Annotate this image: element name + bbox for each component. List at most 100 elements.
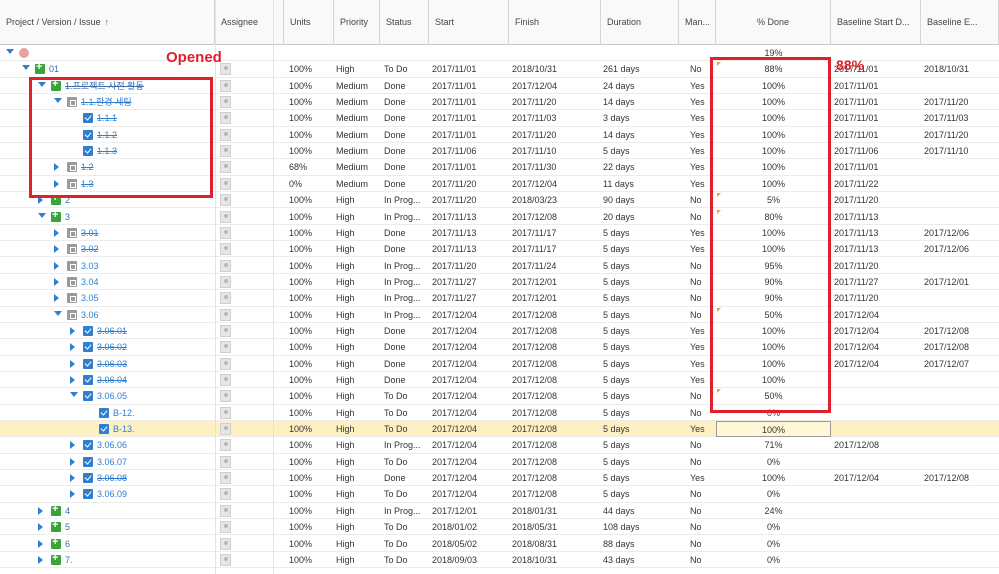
pct-done-cell[interactable]: 24%	[716, 503, 831, 519]
col-header-baseline-end[interactable]: Baseline E...	[921, 0, 999, 45]
table-row[interactable]: 5 100% High To Do 2018/01/02 2018/05/31 108 da…	[0, 519, 999, 536]
expand-toggle-icon[interactable]	[70, 359, 75, 368]
assignee-avatar-icon[interactable]	[220, 390, 231, 403]
assignee-avatar-icon[interactable]	[220, 128, 231, 141]
pct-done-cell[interactable]: 0%	[716, 552, 831, 568]
assignee-avatar-icon[interactable]	[220, 243, 231, 256]
table-row[interactable]: 3.02 100% High Done 2017/11/13 2017/11/17 5 da…	[0, 241, 999, 258]
table-row[interactable]: 3.03 100% High In Prog... 2017/11/20 2017/11/…	[0, 258, 999, 274]
pct-done-cell[interactable]: 0%	[716, 454, 831, 470]
assignee-avatar-icon[interactable]	[220, 504, 231, 517]
collapse-toggle-icon[interactable]	[38, 212, 46, 218]
pct-done-cell[interactable]: 0%	[716, 519, 831, 535]
pct-done-cell[interactable]: 0%	[716, 536, 831, 552]
assignee-avatar-icon[interactable]	[220, 521, 231, 534]
expand-toggle-icon[interactable]	[38, 555, 43, 564]
table-row[interactable]: 3.06.09 100% High To Do 2017/12/04 2017/12/08…	[0, 486, 999, 503]
table-row[interactable]: 3.06 100% High In Prog... 2017/12/04 2017/12/…	[0, 307, 999, 323]
expand-toggle-icon[interactable]	[38, 523, 43, 532]
assignee-avatar-icon[interactable]	[220, 357, 231, 370]
issue-name-link[interactable]: 6	[65, 536, 70, 552]
assignee-avatar-icon[interactable]	[220, 226, 231, 239]
assignee-avatar-icon[interactable]	[220, 472, 231, 485]
assignee-avatar-icon[interactable]	[220, 194, 231, 207]
table-row[interactable]: B-12. 100% High To Do 2017/12/04 2017/12/08 5 …	[0, 405, 999, 421]
assignee-avatar-icon[interactable]	[220, 292, 231, 305]
collapse-toggle-icon[interactable]	[54, 310, 62, 316]
collapse-toggle-icon[interactable]	[22, 65, 30, 71]
issue-name-link[interactable]: 5	[65, 519, 70, 535]
expand-toggle-icon[interactable]	[70, 457, 75, 466]
pct-done-cell[interactable]: 100%	[716, 470, 831, 486]
assignee-avatar-icon[interactable]	[220, 259, 231, 272]
table-row[interactable]: B-13. 100% High To Do 2017/12/04 2017/12/08 5 …	[0, 421, 999, 438]
col-header-units[interactable]: Units	[284, 0, 334, 45]
col-header-manual[interactable]: Man...	[679, 0, 716, 45]
table-row[interactable]: 3.01 100% High Done 2017/11/13 2017/11/17 5 da…	[0, 225, 999, 242]
issue-name-link[interactable]: 3.02	[81, 241, 99, 257]
issue-name-link[interactable]: 3.06.04	[97, 372, 127, 388]
pct-done-cell[interactable]: 100%	[716, 421, 831, 438]
issue-name-link[interactable]: 3.04	[81, 274, 99, 290]
expand-toggle-icon[interactable]	[70, 474, 75, 483]
issue-name-link[interactable]: 3.05	[81, 290, 99, 306]
table-row[interactable]: 3 100% High In Prog... 2017/11/13 2017/12/08 2…	[0, 209, 999, 225]
assignee-avatar-icon[interactable]	[220, 324, 231, 337]
assignee-avatar-icon[interactable]	[220, 96, 231, 109]
col-header-pct-done[interactable]: % Done	[716, 0, 831, 45]
assignee-avatar-icon[interactable]	[220, 145, 231, 158]
issue-name-link[interactable]: 01	[49, 61, 59, 77]
issue-name-link[interactable]: 3.06.09	[97, 486, 127, 502]
sort-ascending-icon[interactable]: ↑	[105, 17, 110, 27]
table-row[interactable]: 3.06.08 100% High Done 2017/12/04 2017/12/08 5…	[0, 470, 999, 487]
assignee-avatar-icon[interactable]	[220, 161, 231, 174]
issue-name-link[interactable]: 7.	[65, 552, 73, 568]
assignee-avatar-icon[interactable]	[220, 79, 231, 92]
table-row[interactable]: 3.04 100% High In Prog... 2017/11/27 2017/12/…	[0, 274, 999, 291]
assignee-avatar-icon[interactable]	[220, 553, 231, 566]
assignee-avatar-icon[interactable]	[220, 308, 231, 321]
issue-name-link[interactable]: 4	[65, 503, 70, 519]
assignee-avatar-icon[interactable]	[220, 488, 231, 501]
col-header-status[interactable]: Status	[380, 0, 429, 45]
col-header-duration[interactable]: Duration	[601, 0, 679, 45]
issue-name-link[interactable]: 3.06.03	[97, 356, 127, 372]
col-header-issue[interactable]: Project / Version / Issue ↑	[0, 0, 215, 45]
collapse-toggle-icon[interactable]	[6, 49, 14, 54]
expand-toggle-icon[interactable]	[70, 343, 75, 352]
pct-done-cell[interactable]: 0%	[716, 486, 831, 502]
assignee-avatar-icon[interactable]	[220, 177, 231, 190]
expand-toggle-icon[interactable]	[70, 376, 75, 384]
assignee-avatar-icon[interactable]	[220, 112, 231, 125]
col-header-start[interactable]: Start	[429, 0, 509, 45]
expand-toggle-icon[interactable]	[54, 245, 59, 254]
issue-name-link[interactable]: 3.06.02	[97, 339, 127, 355]
assignee-avatar-icon[interactable]	[220, 423, 231, 436]
expand-toggle-icon[interactable]	[70, 490, 75, 499]
table-row[interactable]: 3.06.03 100% High Done 2017/12/04 2017/12/08 5…	[0, 356, 999, 372]
issue-name-link[interactable]: 3.06.01	[97, 323, 127, 339]
assignee-avatar-icon[interactable]	[220, 275, 231, 288]
expand-toggle-icon[interactable]	[38, 506, 43, 515]
assignee-avatar-icon[interactable]	[220, 210, 231, 223]
issue-name-link[interactable]: 3.06	[81, 307, 99, 323]
col-header-finish[interactable]: Finish	[509, 0, 601, 45]
issue-name-link[interactable]: B-13.	[113, 421, 135, 437]
expand-toggle-icon[interactable]	[38, 539, 43, 548]
expand-toggle-icon[interactable]	[54, 277, 59, 286]
assignee-avatar-icon[interactable]	[220, 537, 231, 550]
expand-toggle-icon[interactable]	[70, 326, 75, 335]
table-row[interactable]: 4 100% High In Prog... 2017/12/01 2018/01/31 4…	[0, 503, 999, 520]
issue-name-link[interactable]: 3	[65, 209, 70, 225]
table-row[interactable]: 3.06.04 100% High Done 2017/12/04 2017/12/08 5…	[0, 372, 999, 389]
col-header-baseline-start[interactable]: Baseline Start D...	[831, 0, 921, 45]
issue-name-link[interactable]: 3.01	[81, 225, 99, 241]
table-row[interactable]: 3.05 100% High In Prog... 2017/11/27 2017/12/…	[0, 290, 999, 307]
issue-name-link[interactable]: B-12.	[113, 405, 135, 421]
table-row[interactable]: 6 100% High To Do 2018/05/02 2018/08/31 88 day…	[0, 536, 999, 552]
issue-name-link[interactable]: 3.06.06	[97, 437, 127, 453]
table-row[interactable]: 3.06.01 100% High Done 2017/12/04 2017/12/08 5…	[0, 323, 999, 340]
assignee-avatar-icon[interactable]	[220, 341, 231, 354]
pct-done-cell[interactable]: 71%	[716, 437, 831, 453]
issue-name-link[interactable]: 3.06.07	[97, 454, 127, 470]
